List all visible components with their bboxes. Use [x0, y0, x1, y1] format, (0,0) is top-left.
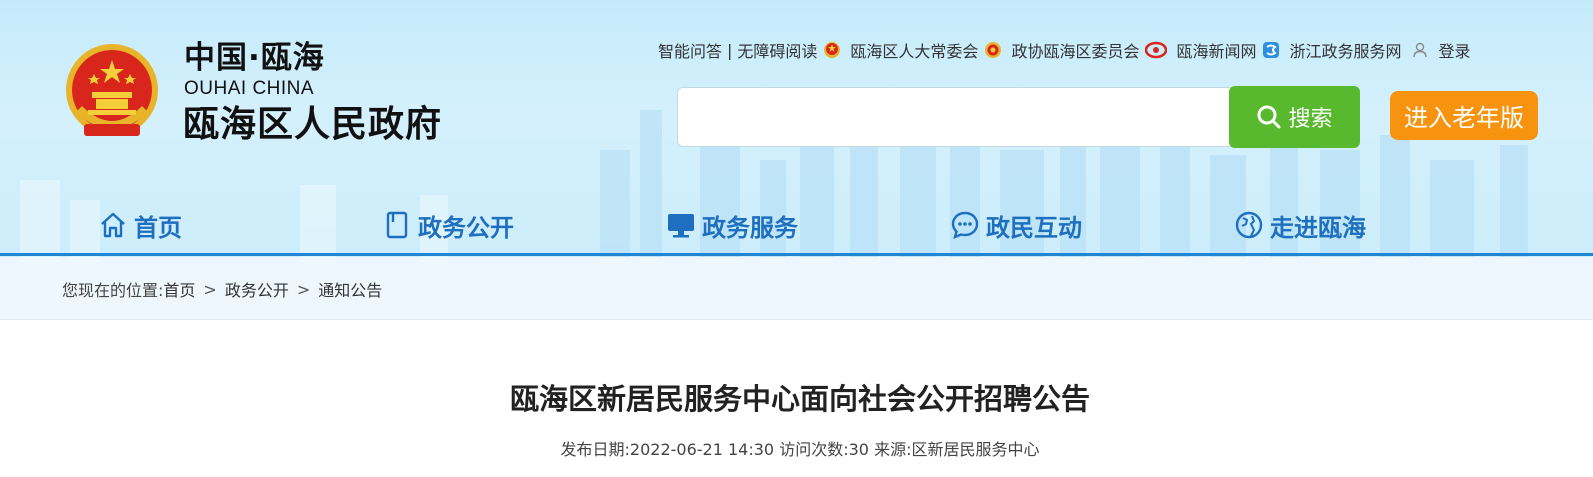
accessibility-link[interactable]: 无障碍阅读 — [737, 38, 817, 62]
breadcrumb-prefix: 您现在的位置: — [62, 281, 164, 300]
breadcrumb-gov-affairs[interactable]: 政务公开 — [225, 277, 289, 301]
search-input[interactable] — [678, 88, 1232, 146]
search-box — [677, 87, 1233, 147]
document-icon — [386, 211, 408, 239]
breadcrumb-separator: > — [203, 279, 217, 299]
monitor-icon — [668, 214, 694, 238]
elder-mode-button[interactable]: 进入老年版 — [1390, 91, 1538, 140]
breadcrumb-separator: > — [296, 279, 311, 299]
home-icon — [101, 212, 125, 238]
breadcrumb-notices[interactable]: 通知公告 — [318, 277, 382, 301]
logo-chinese-title: 中国·瓯海 — [184, 40, 325, 76]
search-icon — [1257, 105, 1281, 129]
nav-item-label: 政务公开 — [418, 213, 514, 242]
breadcrumb-home[interactable]: 首页 — [163, 277, 195, 301]
login-link[interactable]: 登录 — [1438, 38, 1470, 62]
search-button-label: 搜索 — [1288, 107, 1333, 132]
site-name[interactable]: 瓯海区人民政府 — [183, 103, 442, 147]
visits-count: 30 — [848, 440, 869, 459]
publish-date: 2022-06-21 14:30 — [629, 440, 775, 459]
nav-item-interaction[interactable]: 政民互动 — [950, 200, 1082, 250]
nav-item-label: 首页 — [134, 213, 182, 242]
search-button[interactable]: 搜索 — [1229, 86, 1360, 148]
source-label: 来源: — [874, 440, 912, 459]
npc-emblem-icon — [824, 42, 841, 58]
logo-english-title: OUHAI CHINA — [184, 78, 315, 99]
npc-standing-committee-link[interactable]: 瓯海区人大常委会 — [850, 38, 978, 62]
source-name: 区新居民服务中心 — [911, 440, 1040, 459]
breadcrumb-bar: 您现在的位置: 首页 > 政务公开 > 通知公告 — [0, 257, 1593, 320]
visits-label: 访问次数: — [779, 440, 849, 459]
nav-item-gov-affairs[interactable]: 政务公开 — [382, 200, 514, 250]
nav-item-label: 政民互动 — [986, 213, 1082, 242]
nav-item-label: 政务服务 — [702, 213, 798, 242]
zhejiang-gov-service-link[interactable]: 浙江政务服务网 — [1289, 38, 1401, 62]
globe-icon — [1235, 211, 1263, 239]
breadcrumb: 您现在的位置: 首页 > 政务公开 > 通知公告 — [62, 277, 382, 301]
news-site-icon — [1145, 41, 1168, 59]
link-separator: | — [727, 40, 733, 60]
cppcc-emblem-icon — [985, 42, 1002, 58]
smart-qa-link[interactable]: 智能问答 — [658, 38, 722, 62]
publish-date-label: 发布日期: — [560, 440, 630, 459]
article-meta: 发布日期:2022-06-21 14:30 访问次数:30 来源:区新居民服务中… — [0, 438, 1593, 462]
nav-item-label: 走进瓯海 — [1270, 213, 1366, 242]
top-links-bar: 智能问答 | 无障碍阅读 瓯海区人大常委会 政协瓯海区委员会 瓯海新闻网 浙江政… — [658, 37, 1471, 63]
site-header: 中国·瓯海 OUHAI CHINA 瓯海区人民政府 智能问答 | 无障碍阅读 瓯… — [0, 0, 1593, 257]
national-emblem-logo — [66, 44, 158, 136]
nav-item-home[interactable]: 首页 — [98, 200, 182, 250]
header-divider — [0, 253, 1593, 256]
nav-item-gov-services[interactable]: 政务服务 — [666, 200, 798, 250]
main-nav: 首页 政务公开 政务服务 政民互动 走进瓯海 — [0, 200, 1593, 250]
article-title: 瓯海区新居民服务中心面向社会公开招聘公告 — [509, 382, 1090, 416]
user-icon — [1413, 42, 1428, 58]
chat-icon — [951, 211, 979, 240]
zhejiang-service-icon — [1263, 42, 1280, 58]
cppcc-committee-link[interactable]: 政协瓯海区委员会 — [1011, 38, 1139, 62]
ouhai-news-link[interactable]: 瓯海新闻网 — [1176, 38, 1256, 62]
nav-item-about-ouhai[interactable]: 走进瓯海 — [1234, 200, 1366, 250]
